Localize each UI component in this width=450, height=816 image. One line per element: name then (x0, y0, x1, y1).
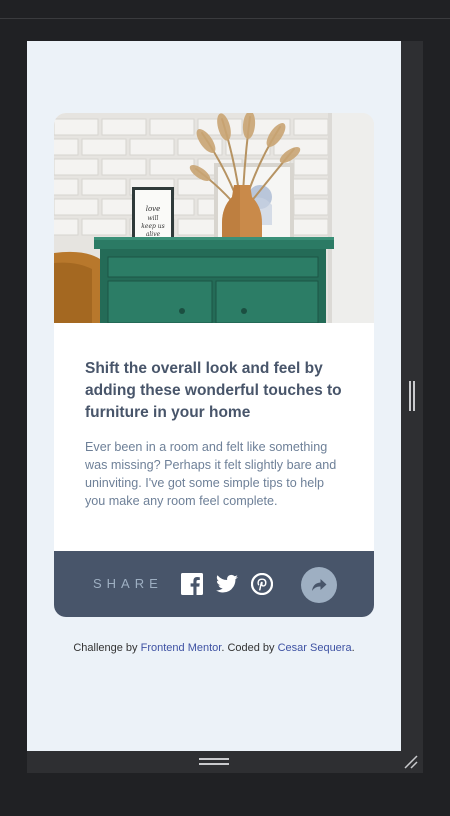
svg-text:will: will (148, 215, 159, 222)
svg-text:love: love (146, 205, 161, 213)
card-title[interactable]: Shift the overall look and feel by addin… (85, 358, 345, 424)
attribution: Challenge by Frontend Mentor. Coded by C… (27, 641, 401, 655)
devtools-top-bar (0, 0, 450, 18)
attribution-middle: . Coded by (221, 642, 278, 654)
svg-text:alive: alive (146, 231, 161, 238)
attribution-suffix: . (351, 642, 355, 654)
share-button[interactable] (301, 567, 337, 603)
devtools-divider (0, 18, 450, 19)
twitter-icon[interactable] (216, 573, 238, 595)
attribution-prefix: Challenge by (73, 642, 141, 654)
card-description: Ever been in a room and felt like someth… (85, 440, 337, 508)
corner-resize-handle[interactable] (403, 754, 419, 770)
svg-text:keep us: keep us (141, 223, 164, 230)
height-resize-handle[interactable] (199, 758, 229, 765)
author-link[interactable]: Cesar Sequera (278, 642, 352, 654)
width-resize-handle[interactable] (409, 381, 415, 411)
pinterest-icon[interactable] (251, 573, 273, 595)
share-bar: SHARE (54, 551, 374, 617)
article-card: love will keep us alive Shift the overal… (54, 113, 374, 617)
card-content: Shift the overall look and feel by addin… (85, 358, 345, 510)
share-label: SHARE (93, 576, 163, 591)
facebook-icon[interactable] (181, 573, 203, 595)
drawers-photo: love will keep us alive (54, 113, 374, 323)
share-arrow-icon (312, 579, 327, 591)
frontend-mentor-link[interactable]: Frontend Mentor (141, 642, 222, 654)
